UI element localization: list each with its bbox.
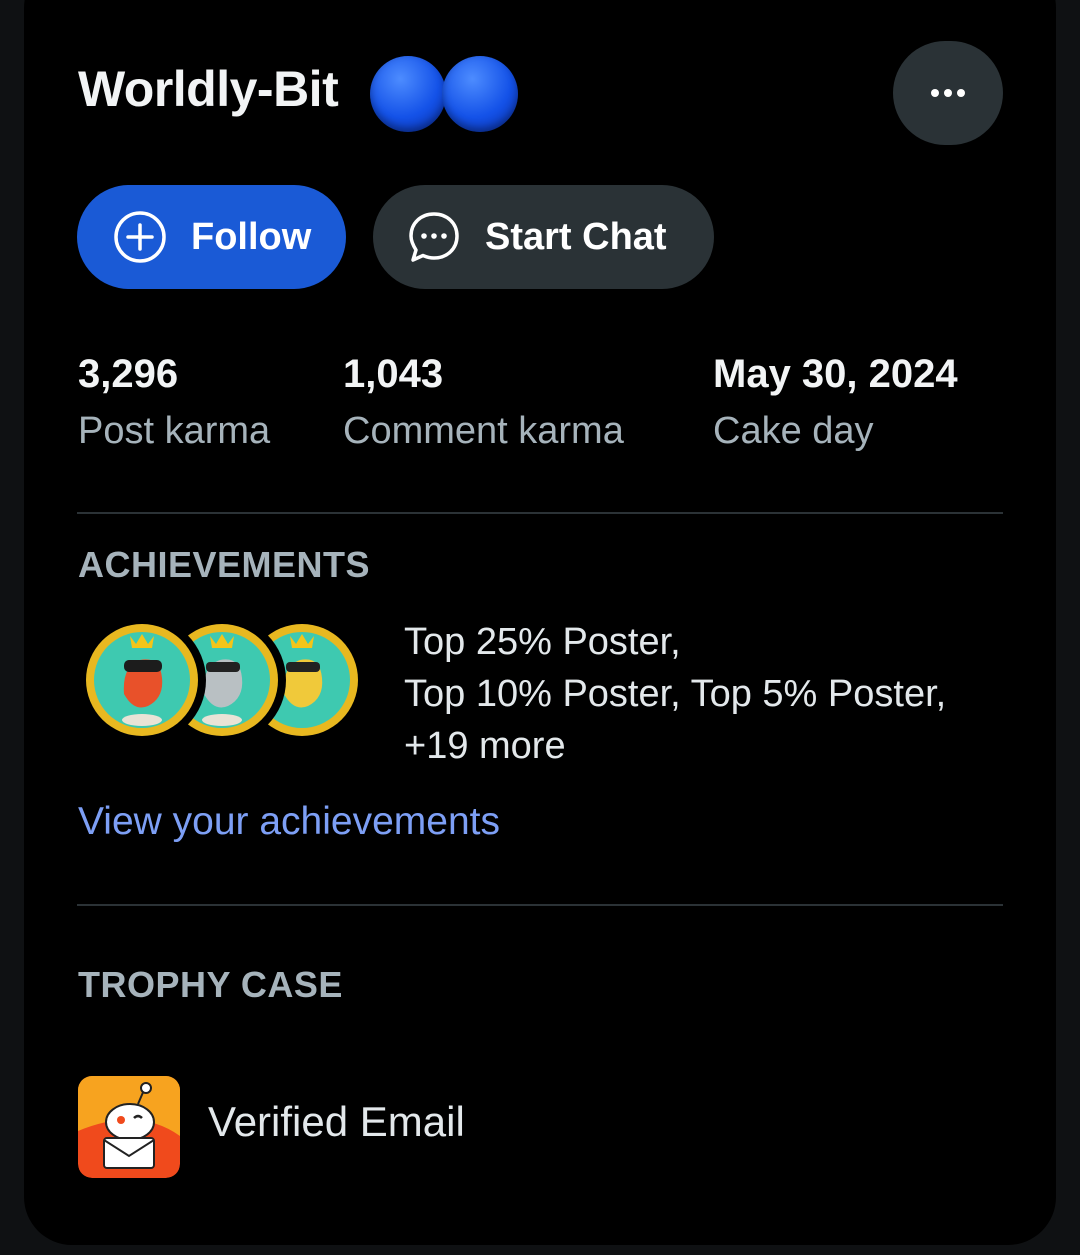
redaction-blob-icon — [442, 56, 518, 132]
start-chat-label: Start Chat — [485, 215, 667, 258]
chat-bubble-icon — [409, 212, 459, 262]
achievement-line: +19 more — [404, 725, 566, 767]
divider — [77, 512, 1003, 514]
verified-email-trophy-icon[interactable] — [78, 1076, 180, 1178]
comment-karma-value: 1,043 — [343, 352, 444, 396]
start-chat-button[interactable]: Start Chat — [373, 185, 714, 289]
plus-circle-icon — [114, 211, 166, 263]
post-karma-label: Post karma — [78, 410, 271, 452]
more-options-button[interactable] — [893, 41, 1003, 145]
post-karma-value: 3,296 — [78, 352, 179, 396]
comment-karma-label: Comment karma — [343, 410, 624, 452]
trophy-case-heading: TROPHY CASE — [78, 964, 343, 1005]
achievement-line: Top 10% Poster, Top 5% Poster, — [404, 673, 947, 715]
view-achievements-link[interactable]: View your achievements — [78, 800, 500, 844]
comment-karma-stat: 1,043 Comment karma — [343, 348, 624, 456]
ellipsis-icon — [931, 89, 965, 97]
cake-day-label: Cake day — [713, 410, 874, 452]
achievement-line: Top 25% Poster, — [404, 621, 681, 663]
post-karma-stat: 3,296 Post karma — [78, 348, 270, 456]
cake-day-stat: May 30, 2024 Cake day — [713, 348, 958, 456]
follow-label: Follow — [191, 215, 312, 258]
cake-day-value: May 30, 2024 — [713, 352, 958, 396]
username: Worldly-Bit — [78, 61, 339, 117]
top-25-poster-badge-icon — [78, 616, 206, 744]
redaction-blob-icon — [370, 56, 446, 132]
achievements-summary: Top 25% Poster, Top 10% Poster, Top 5% P… — [404, 616, 946, 772]
follow-button[interactable]: Follow — [77, 185, 346, 289]
verified-email-label: Verified Email — [208, 1098, 465, 1145]
achievement-badges[interactable] — [78, 616, 368, 746]
divider — [77, 904, 1003, 906]
achievements-heading: ACHIEVEMENTS — [78, 544, 371, 585]
